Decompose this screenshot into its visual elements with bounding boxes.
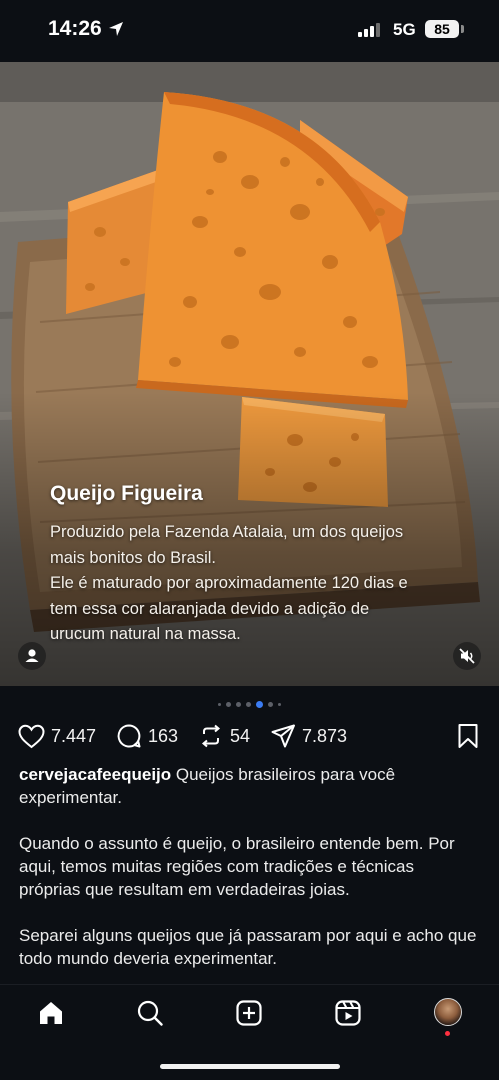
nav-search[interactable]: [133, 997, 167, 1029]
nav-home[interactable]: [34, 997, 68, 1029]
overlay-line: urucum natural na massa.: [50, 625, 241, 643]
comment-button[interactable]: 163: [116, 720, 178, 752]
bookmark-button[interactable]: [457, 720, 479, 752]
overlay-line: Produzido pela Fazenda Atalaia, um dos q…: [50, 523, 404, 541]
carousel-dot: [236, 701, 241, 707]
repost-icon: [201, 724, 221, 748]
repost-count: 54: [230, 725, 251, 746]
notification-dot: [445, 1031, 450, 1036]
caption-paragraph: Separei alguns queijos que já passaram p…: [19, 926, 477, 968]
caption-first: cervejacafeequeijo Queijos brasileiros p…: [19, 763, 479, 809]
user-tag-icon: [25, 649, 39, 662]
send-icon: [271, 724, 295, 748]
share-count: 7.873: [302, 725, 348, 746]
comment-icon: [117, 724, 141, 748]
user-tag-button[interactable]: [18, 642, 46, 670]
carousel-dot: [246, 701, 251, 707]
home-indicator[interactable]: [160, 1064, 340, 1069]
like-count: 7.447: [51, 725, 97, 746]
post-actions: 7.447 163 54 7.873: [0, 720, 499, 752]
caption-paragraph: Quando o assunto é queijo, o brasileiro …: [19, 834, 455, 899]
bookmark-icon: [458, 724, 478, 748]
status-bar: 14:26 5G 85: [0, 0, 499, 62]
reels-icon: [335, 1000, 361, 1026]
carousel-dot-active: [256, 700, 263, 708]
nav-create[interactable]: [232, 997, 266, 1029]
profile-avatar[interactable]: [434, 998, 462, 1026]
carousel-dot: [218, 702, 221, 706]
nav-reels[interactable]: [331, 997, 365, 1029]
battery-tip: [461, 25, 464, 33]
share-button[interactable]: 7.873: [270, 720, 347, 752]
network-label: 5G: [393, 20, 416, 39]
carousel-dot: [226, 701, 231, 707]
search-icon: [137, 1000, 163, 1026]
overlay-line: mais bonitos do Brasil.: [50, 548, 216, 567]
heart-icon: [18, 724, 45, 748]
battery-indicator: 85: [425, 20, 459, 38]
status-time: 14:26: [48, 17, 102, 40]
caption-username[interactable]: cervejacafeequeijo: [19, 765, 171, 784]
overlay-line: Ele é maturado por aproximadamente 120 d…: [50, 574, 408, 592]
muted-speaker-icon: [459, 648, 475, 664]
create-icon: [236, 1000, 262, 1026]
post-caption: cervejacafeequeijo Queijos brasileiros p…: [19, 763, 479, 993]
like-button[interactable]: 7.447: [18, 720, 96, 752]
overlay-description: Produzido pela Fazenda Atalaia, um dos q…: [50, 520, 470, 648]
signal-bars-icon: [358, 23, 380, 37]
mute-button[interactable]: [453, 642, 481, 670]
post-media[interactable]: Queijo Figueira Produzido pela Fazenda A…: [0, 62, 499, 686]
overlay-title: Queijo Figueira: [50, 482, 203, 505]
carousel-indicator: [0, 700, 499, 708]
carousel-dot: [268, 701, 273, 707]
overlay-line: tem essa cor alaranjada devido a adição …: [50, 599, 370, 618]
carousel-dot: [278, 702, 281, 706]
comment-count: 163: [148, 725, 179, 746]
home-icon: [40, 1002, 62, 1024]
location-arrow-icon: [109, 22, 123, 36]
repost-button[interactable]: 54: [198, 720, 250, 752]
